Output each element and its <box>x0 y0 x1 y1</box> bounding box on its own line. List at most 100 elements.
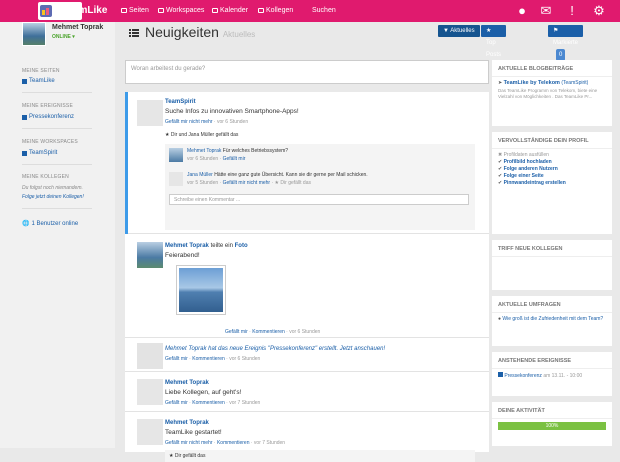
post-text: Liebe Kollegen, auf geht's! <box>165 389 242 396</box>
comment-link[interactable]: Kommentieren <box>217 440 250 446</box>
calendar-icon <box>137 343 163 369</box>
post-meta: Gefällt mir · Kommentieren · vor 6 Stund… <box>225 329 321 335</box>
post-author[interactable]: Mehmet Toprak <box>165 243 209 249</box>
blog-link[interactable]: TeamLike by Telekom <box>504 80 560 86</box>
feed-post: Mehmet Toprak hat das neue Ereignis "Pre… <box>125 338 489 372</box>
comment-author[interactable]: Jana Müller <box>187 172 213 178</box>
workspace-icon <box>22 150 27 156</box>
activity-progress-bar: 100% <box>498 422 606 430</box>
list-icon <box>129 29 139 37</box>
user-name[interactable]: Mehmet Toprak <box>52 24 103 31</box>
comment-input[interactable]: Schreibe einen Kommentar ... <box>169 194 469 205</box>
comment-author[interactable]: Mehmet Toprak <box>187 148 221 154</box>
calendar-icon <box>22 114 27 120</box>
comment-avatar[interactable] <box>169 148 183 162</box>
nav-item-colleagues[interactable]: Kollegen <box>258 7 293 14</box>
online-status[interactable]: ONLINE ▾ <box>52 34 75 40</box>
divider <box>22 92 92 93</box>
feed-post: Mehmet Toprak Liebe Kollegen, auf geht's… <box>125 372 489 412</box>
latest-button[interactable]: ▼ Aktuelles <box>438 25 480 37</box>
my-workspaces-heading: MEINE WORKSPACES <box>22 139 78 145</box>
poll-link[interactable]: Wie groß ist die Zufriedenheit mit dem T… <box>502 316 603 322</box>
nav-item-pages[interactable]: Seiten <box>121 7 149 14</box>
page-icon <box>22 78 27 84</box>
follow-colleagues-link[interactable]: Folge jetzt deinen Kollegen! <box>22 194 84 200</box>
status-composer-input[interactable]: Woran arbeitest du gerade? <box>125 60 489 84</box>
avatar[interactable] <box>22 22 46 46</box>
unlike-link[interactable]: Gefällt mir nicht mehr <box>165 440 213 446</box>
my-colleagues-heading: MEINE KOLLEGEN <box>22 174 69 180</box>
post-headline: Mehmet Toprak teilte ein Foto <box>165 243 248 249</box>
post-author[interactable]: Mehmet Toprak <box>165 380 209 386</box>
meet-colleagues-widget: TRIFF NEUE KOLLEGEN <box>492 240 612 290</box>
comment-link[interactable]: Kommentieren <box>192 400 225 406</box>
post-time: · vor 6 Stunden <box>286 329 321 335</box>
avatar[interactable] <box>137 242 163 268</box>
shared-photo[interactable] <box>177 266 225 314</box>
comment-meta: vor 5 Stunden · Gefällt mir nicht mehr ·… <box>187 180 311 186</box>
activity-widget: DEINE AKTIVITÄT 100% <box>492 402 612 446</box>
widget-heading: AKTUELLE BLOGBEITRÄGE <box>492 60 612 77</box>
profile-task-label: Profildaten ausfüllen <box>503 152 549 158</box>
bookmark-icon: ➤ <box>498 80 503 86</box>
colleagues-empty-text: Du folgst noch niemandem. <box>22 185 83 191</box>
profile-task-link[interactable]: Folge anderen Nutzern <box>504 166 558 172</box>
event-link[interactable]: Pressekonferenz <box>504 373 542 379</box>
profile-task[interactable]: ✔ Folge einer Seite <box>498 173 606 180</box>
notifications-icon[interactable]: ! <box>564 3 580 19</box>
comment-meta: vor 6 Stunden · Gefällt mir <box>187 156 245 162</box>
unlike-link[interactable]: Gefällt mir nicht mehr <box>223 180 271 186</box>
post-likes: ★ Dir gefällt das <box>169 453 205 459</box>
profile-task[interactable]: ✔ Pinnwandeintrag erstellen <box>498 180 606 187</box>
divider <box>22 208 92 209</box>
profile-task[interactable]: ✔ Folge anderen Nutzern <box>498 166 606 173</box>
comment-link[interactable]: Kommentieren <box>192 356 225 362</box>
post-meta: Gefällt mir · Kommentieren · vor 6 Stund… <box>165 356 261 362</box>
nav-item-calendar[interactable]: Kalender <box>212 7 248 14</box>
profile-task-link[interactable]: Pinnwandeintrag erstellen <box>504 180 566 186</box>
my-pages-heading: MEINE SEITEN <box>22 68 60 74</box>
status-label: ONLINE <box>52 34 71 40</box>
avatar[interactable] <box>137 379 163 405</box>
widget-body: 100% <box>492 419 612 433</box>
photo-link[interactable]: Foto <box>235 243 248 249</box>
sidebar-item-teamlike[interactable]: TeamLike <box>22 78 55 84</box>
likes-text: Dir gefällt das <box>174 453 206 459</box>
workspace-avatar[interactable] <box>137 100 163 126</box>
widget-heading: AKTUELLE UMFRAGEN <box>492 296 612 313</box>
search-input[interactable]: Suchen <box>312 7 372 14</box>
avatar[interactable] <box>137 419 163 445</box>
post-meta: Gefällt mir nicht mehr · vor 6 Stunden <box>165 119 248 125</box>
profile-task-link[interactable]: Folge einer Seite <box>504 173 544 179</box>
news-feed: TeamSpirit Suche Infos zu innovativen Sm… <box>125 92 489 462</box>
post-accent <box>125 92 128 234</box>
settings-gear-icon[interactable]: ⚙ <box>591 3 607 19</box>
blog-source[interactable]: (TeamSpirit) <box>561 80 588 86</box>
likes-box: ★ Dir gefällt das <box>165 450 475 462</box>
sidebar-item-teamspirit[interactable]: TeamSpirit <box>22 150 57 156</box>
post-author[interactable]: Mehmet Toprak <box>165 420 209 426</box>
like-link[interactable]: Gefällt mir <box>225 329 248 335</box>
sidebar-item-pressekonferenz[interactable]: Pressekonferenz <box>22 114 74 120</box>
top-navigation-bar: TeamLike Seiten Workspaces Kalender Koll… <box>0 0 620 22</box>
event-date: am 13.11. - 10:00 <box>543 373 583 379</box>
profile-task: ✖ Profildaten ausfüllen <box>498 152 606 159</box>
page-title-text: Neuigkeiten <box>145 24 219 40</box>
post-author[interactable]: TeamSpirit <box>165 99 196 105</box>
messages-icon[interactable]: ✉ <box>538 3 554 19</box>
online-users-link[interactable]: 🌐 1 Benutzer online <box>22 220 78 228</box>
star-icon: ★ <box>169 453 174 459</box>
like-link[interactable]: Gefällt mir <box>223 156 246 162</box>
right-sidebar: AKTUELLE BLOGBEITRÄGE ➤ TeamLike by Tele… <box>492 22 620 448</box>
user-icon[interactable]: ● <box>514 3 530 19</box>
comment-link[interactable]: Kommentieren <box>252 329 285 335</box>
profile-task[interactable]: ✔ Profilbild hochladen <box>498 159 606 166</box>
event-post-text[interactable]: Mehmet Toprak hat das neue Ereignis "Pre… <box>165 346 385 352</box>
like-link[interactable]: Gefällt mir <box>165 400 188 406</box>
nav-item-workspaces[interactable]: Workspaces <box>158 7 204 14</box>
like-link[interactable]: Gefällt mir <box>165 356 188 362</box>
comment-avatar[interactable] <box>169 172 183 186</box>
unlike-link[interactable]: Gefällt mir nicht mehr <box>165 119 213 125</box>
profile-task-link[interactable]: Profilbild hochladen <box>504 159 552 165</box>
widget-heading: ANSTEHENDE EREIGNISSE <box>492 352 612 369</box>
